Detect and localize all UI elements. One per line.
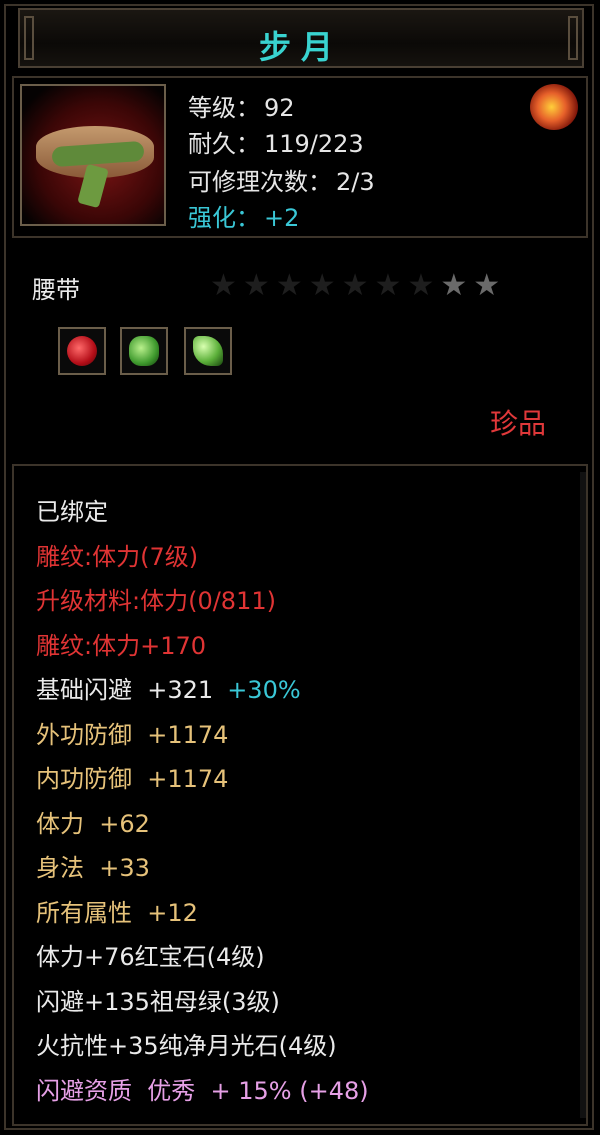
attribute-line: 外功防御 +1174 bbox=[36, 720, 229, 749]
attribute-line: 所有属性 +12 bbox=[36, 898, 198, 927]
attribute-line: 升级材料:体力(0/811) bbox=[36, 587, 276, 615]
star-icon: ★ bbox=[341, 268, 375, 303]
star-icon: ★ bbox=[308, 268, 342, 303]
emerald-shard-gem-slot[interactable] bbox=[184, 327, 232, 375]
scrollbar[interactable] bbox=[580, 472, 586, 1118]
star-icon: ★ bbox=[374, 268, 408, 303]
attribute-line: 闪避资质 优秀 + 15% (+48) bbox=[36, 1076, 369, 1105]
star-icon: ★ bbox=[440, 268, 474, 303]
attribute-line: 身法 +33 bbox=[36, 854, 150, 882]
attribute-line: 已绑定 bbox=[36, 498, 108, 526]
durability-stat: 耐久： 119/223 bbox=[188, 130, 364, 158]
attribute-line: 雕纹:体力(7级) bbox=[36, 542, 199, 571]
star-rating: ★★★★★★★★★ bbox=[210, 268, 506, 303]
attribute-line: 体力 +62 bbox=[36, 809, 150, 838]
star-icon: ★ bbox=[275, 268, 309, 303]
attribute-line: 火抗性+35纯净月光石(4级) bbox=[36, 1032, 337, 1060]
star-icon: ★ bbox=[407, 268, 441, 303]
attribute-line: 闪避+135祖母绿(3级) bbox=[36, 987, 280, 1016]
enhance-stat: 强化： +2 bbox=[188, 204, 300, 232]
attribute-line: 基础闪避 +321 +30% bbox=[36, 676, 301, 704]
repair-count-stat: 可修理次数： 2/3 bbox=[188, 168, 375, 196]
item-type: 腰带 bbox=[32, 276, 80, 304]
star-icon: ★ bbox=[210, 268, 243, 303]
attribute-line: 体力+76红宝石(4级) bbox=[36, 943, 265, 971]
star-icon: ★ bbox=[473, 268, 507, 303]
ruby-gem-slot[interactable] bbox=[58, 327, 106, 375]
fire-element-icon bbox=[530, 84, 578, 130]
title-bar: 步月 bbox=[18, 8, 584, 68]
belt-item-icon bbox=[20, 84, 166, 226]
item-name: 步月 bbox=[258, 28, 343, 66]
quality-label: 珍品 bbox=[490, 407, 547, 440]
attribute-line: 内功防御 +1174 bbox=[36, 765, 229, 793]
attribute-line: 雕纹:体力+170 bbox=[36, 631, 207, 660]
star-icon: ★ bbox=[242, 268, 276, 303]
emerald-gem-slot[interactable] bbox=[120, 327, 168, 375]
level-stat: 等级： 92 bbox=[188, 94, 295, 122]
